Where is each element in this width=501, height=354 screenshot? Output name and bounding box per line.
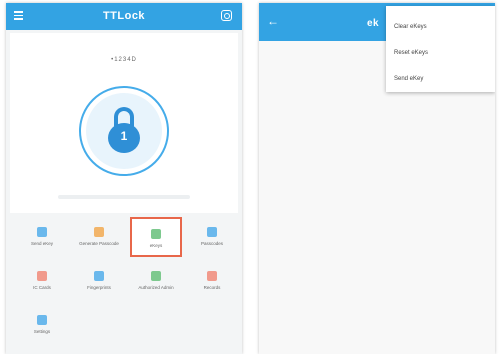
app-bar: TTLock <box>6 3 242 30</box>
tile-records[interactable]: Records <box>186 261 238 301</box>
tile-passcodes[interactable]: Passcodes <box>186 217 238 257</box>
menu-item-clear-ekeys[interactable]: Clear eKeys <box>394 18 491 36</box>
admin-icon <box>151 271 161 281</box>
fingerprint-icon <box>94 271 104 281</box>
tile-label: IC Cards <box>33 285 51 290</box>
tile-label: Passcodes <box>200 241 223 246</box>
lock-name: •1234D <box>111 57 137 63</box>
settings-icon[interactable] <box>221 10 232 21</box>
tile-label: Authorized Admin <box>138 285 174 290</box>
tile-label: Generate Passcode <box>79 241 119 246</box>
tile-ekeys[interactable]: eKeys <box>130 217 182 257</box>
list-icon <box>207 227 217 237</box>
records-icon <box>207 271 217 281</box>
tile-label: Fingerprints <box>87 285 111 290</box>
tile-label: eKeys <box>149 243 163 248</box>
menu-item-send-ekey[interactable]: Send eKey <box>394 70 491 88</box>
tile-settings[interactable]: Settings <box>16 305 68 345</box>
tile-label: Settings <box>33 329 51 334</box>
card-icon <box>37 271 47 281</box>
gear-icon <box>37 315 47 325</box>
tile-ic-cards[interactable]: IC Cards <box>16 261 68 301</box>
tile-generate-passcode[interactable]: Generate Passcode <box>73 217 125 257</box>
unlock-button[interactable] <box>79 86 169 176</box>
tile-label: Records <box>203 285 221 290</box>
lock-card: •1234D <box>10 33 238 213</box>
user-icon <box>151 229 161 239</box>
tile-fingerprints[interactable]: Fingerprints <box>73 261 125 301</box>
app-title: TTLock <box>102 10 146 22</box>
ekey-icon <box>37 227 47 237</box>
menu-item-reset-ekeys[interactable]: Reset eKeys <box>394 44 491 62</box>
overflow-menu: Clear eKeys Reset eKeys Send eKey <box>386 6 495 92</box>
tile-send-ekey[interactable]: Send eKey <box>16 217 68 257</box>
status-bar <box>58 195 190 199</box>
lock-icon <box>86 93 162 169</box>
lock-main-screen: TTLock •1234D Send eKey Generate Passcod… <box>6 3 242 354</box>
function-grid: Send eKey Generate Passcode eKeys Passco… <box>10 217 238 354</box>
tile-label: Send eKey <box>30 241 54 246</box>
passcode-icon <box>94 227 104 237</box>
tile-authorized-admin[interactable]: Authorized Admin <box>130 261 182 301</box>
ekeys-screen: ← ek Clear eKeys Reset eKeys Send eKey <box>259 3 495 354</box>
back-arrow-icon[interactable]: ← <box>267 15 279 27</box>
